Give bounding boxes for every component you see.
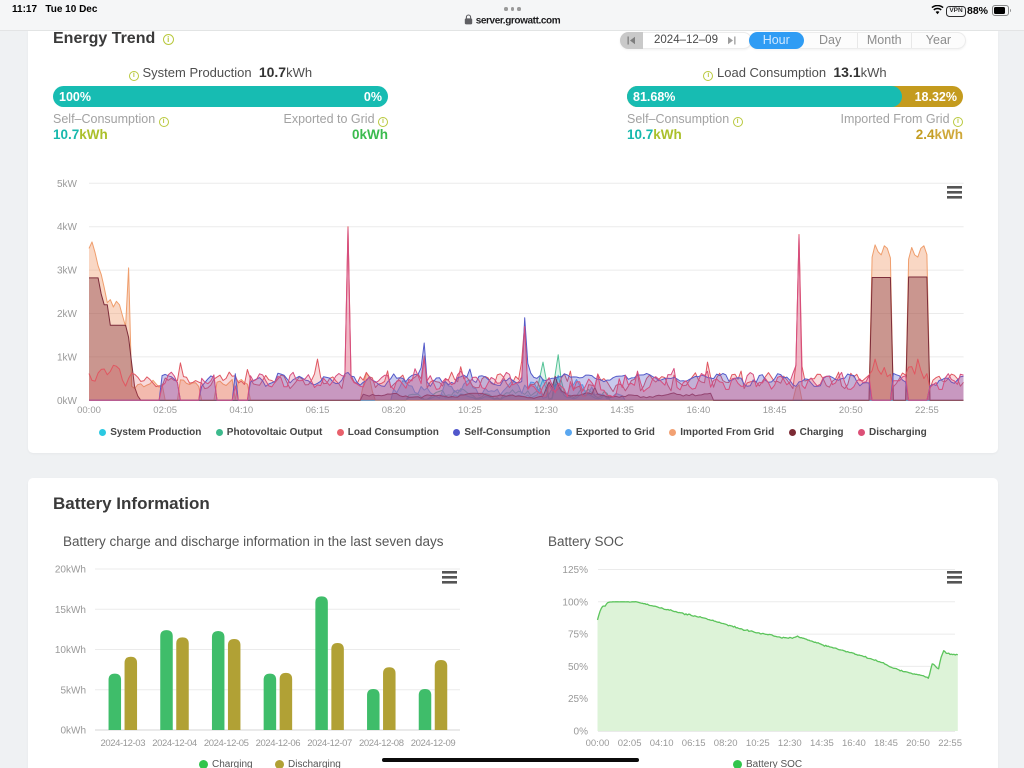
svg-text:2024-12-09: 2024-12-09	[411, 738, 456, 749]
svg-text:4kW: 4kW	[57, 222, 78, 233]
svg-text:12:30: 12:30	[534, 405, 558, 416]
svg-text:20:50: 20:50	[839, 405, 863, 416]
svg-text:1kW: 1kW	[57, 352, 78, 363]
svg-text:5kW: 5kW	[57, 179, 78, 190]
svg-text:0kW: 0kW	[57, 396, 78, 407]
svg-text:25%: 25%	[568, 694, 588, 705]
svg-text:15kWh: 15kWh	[55, 605, 86, 616]
svg-text:10kWh: 10kWh	[55, 645, 86, 656]
svg-text:08:20: 08:20	[382, 405, 406, 416]
svg-text:2024-12-08: 2024-12-08	[359, 738, 404, 749]
svg-text:22:55: 22:55	[915, 405, 939, 416]
svg-text:0kWh: 0kWh	[60, 726, 86, 737]
svg-text:04:10: 04:10	[650, 738, 674, 749]
svg-text:18:45: 18:45	[874, 738, 898, 749]
svg-text:50%: 50%	[568, 662, 588, 673]
svg-text:02:05: 02:05	[618, 738, 642, 749]
svg-text:10:25: 10:25	[746, 738, 770, 749]
svg-text:3kW: 3kW	[57, 266, 78, 277]
svg-text:18:45: 18:45	[763, 405, 787, 416]
svg-text:2024-12-04: 2024-12-04	[152, 738, 197, 749]
svg-text:00:00: 00:00	[77, 405, 101, 416]
svg-text:125%: 125%	[562, 565, 588, 576]
svg-text:08:20: 08:20	[714, 738, 738, 749]
svg-text:75%: 75%	[568, 630, 588, 641]
svg-text:100%: 100%	[562, 597, 588, 608]
svg-text:20:50: 20:50	[906, 738, 930, 749]
svg-text:14:35: 14:35	[610, 405, 634, 416]
svg-text:2kW: 2kW	[57, 309, 78, 320]
svg-text:2024-12-05: 2024-12-05	[204, 738, 249, 749]
svg-text:00:00: 00:00	[586, 738, 610, 749]
svg-text:5kWh: 5kWh	[60, 685, 86, 696]
svg-text:2024-12-03: 2024-12-03	[100, 738, 145, 749]
svg-text:2024-12-06: 2024-12-06	[256, 738, 301, 749]
svg-text:22:55: 22:55	[938, 738, 962, 749]
svg-text:0%: 0%	[574, 727, 589, 738]
svg-text:2024-12-07: 2024-12-07	[307, 738, 352, 749]
svg-text:10:25: 10:25	[458, 405, 482, 416]
svg-text:16:40: 16:40	[842, 738, 866, 749]
svg-text:14:35: 14:35	[810, 738, 834, 749]
svg-text:02:05: 02:05	[153, 405, 177, 416]
svg-text:06:15: 06:15	[306, 405, 330, 416]
svg-text:06:15: 06:15	[682, 738, 706, 749]
svg-text:16:40: 16:40	[687, 405, 711, 416]
svg-text:12:30: 12:30	[778, 738, 802, 749]
svg-text:04:10: 04:10	[229, 405, 253, 416]
svg-text:20kWh: 20kWh	[55, 565, 86, 576]
